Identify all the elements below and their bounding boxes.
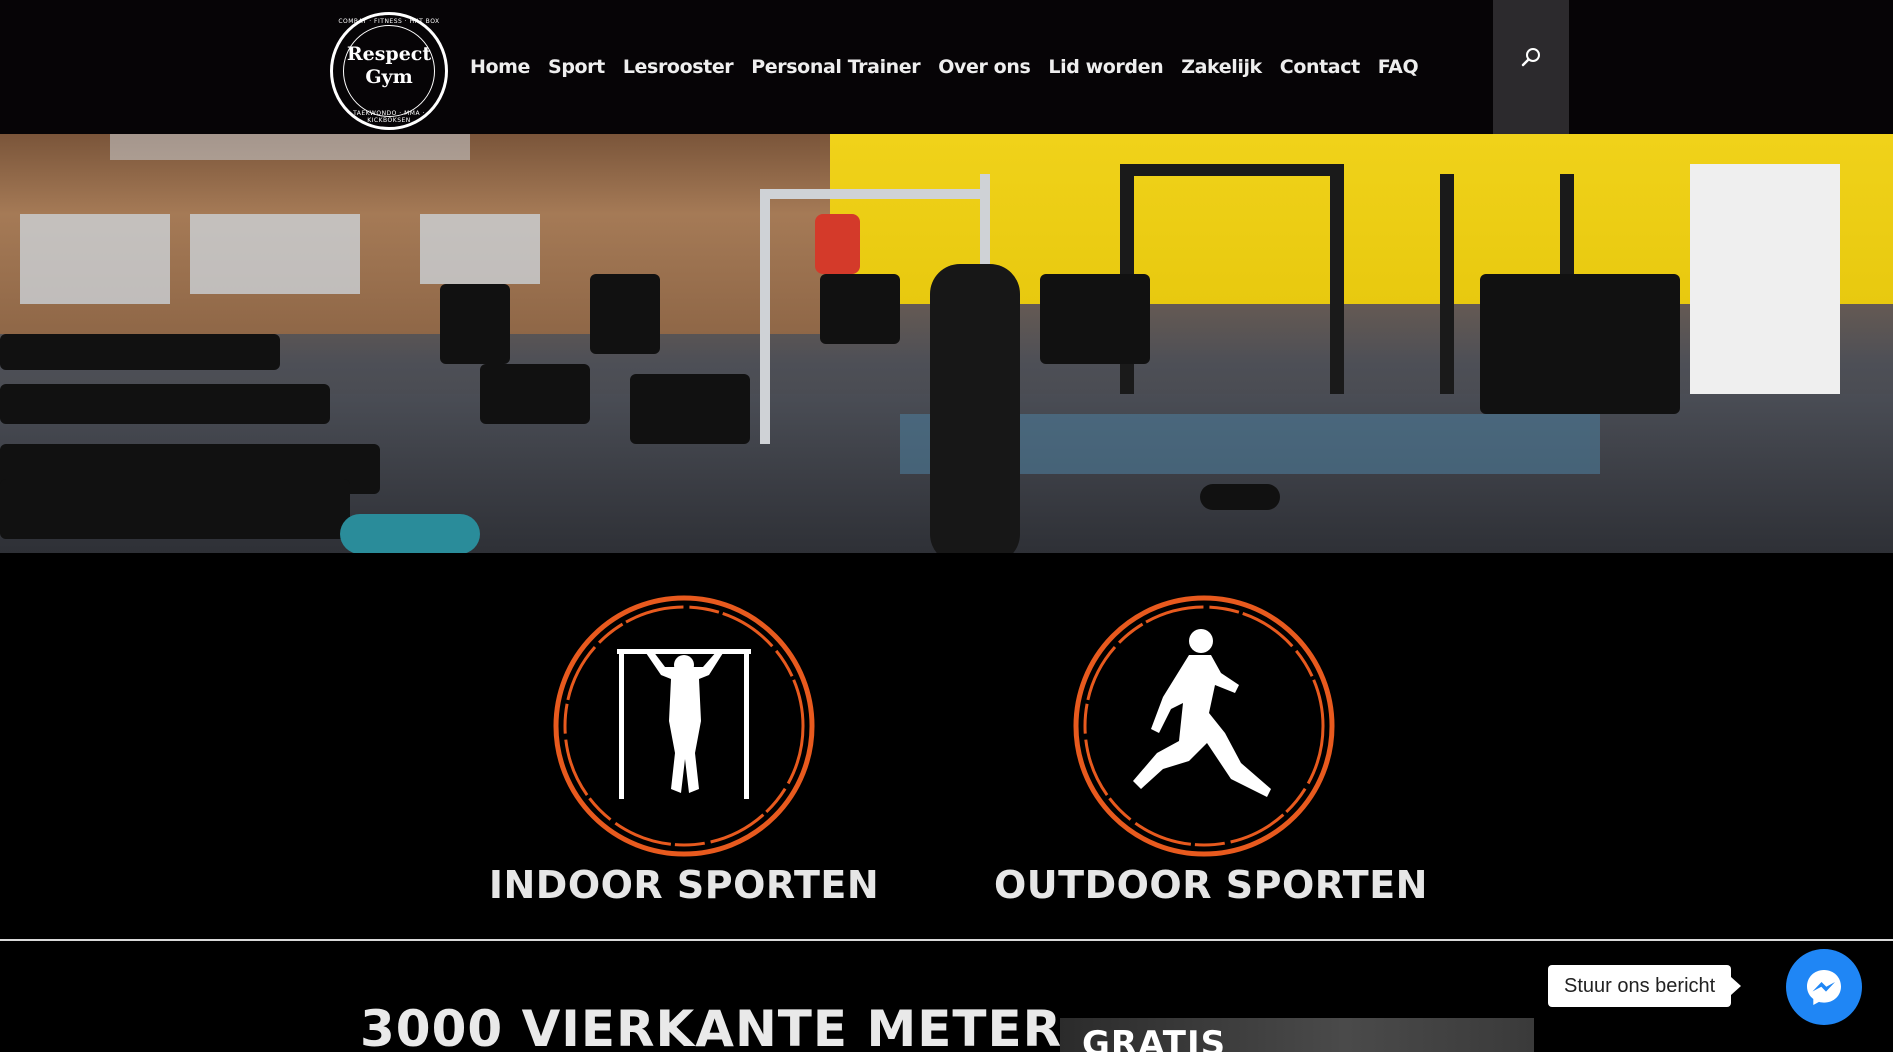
hero-teal-stool <box>340 514 480 553</box>
hero-bike <box>820 274 900 344</box>
outdoor-sport-title[interactable]: OUTDOOR SPORTEN <box>994 863 1427 907</box>
nav-item-over-ons[interactable]: Over ons <box>938 56 1031 78</box>
hero-frame <box>760 194 770 444</box>
nav-item-personal-trainer[interactable]: Personal Trainer <box>751 56 920 78</box>
hero-person <box>930 264 1020 553</box>
nav-item-home[interactable]: Home <box>470 56 530 78</box>
messenger-tooltip[interactable]: Stuur ons bericht <box>1548 965 1742 1007</box>
outdoor-sport-card[interactable]: OUTDOOR SPORTEN <box>994 593 1427 907</box>
nav-item-faq[interactable]: FAQ <box>1378 56 1419 78</box>
hero-treadmill <box>0 479 350 539</box>
nav-item-zakelijk[interactable]: Zakelijk <box>1181 56 1262 78</box>
running-man-icon <box>1071 593 1337 859</box>
hero-bike <box>590 274 660 354</box>
logo-top-text: COMBAT · FITNESS · HIIT BOX <box>338 18 440 25</box>
promo-banner[interactable]: GRATIS <box>1060 1018 1534 1052</box>
hero-banner <box>1690 164 1840 394</box>
hero-bike <box>630 374 750 444</box>
pull-up-icon <box>551 593 817 859</box>
hero-rack <box>1440 174 1454 394</box>
main-nav: Home Sport Lesrooster Personal Trainer O… <box>470 56 1419 78</box>
hero-bike <box>480 364 590 424</box>
hero-image <box>0 134 1893 553</box>
promo-text: GRATIS <box>1082 1024 1227 1052</box>
hero-window <box>190 214 360 294</box>
hero-bike <box>440 284 510 364</box>
section-divider <box>0 939 1893 941</box>
hero-rack <box>1120 164 1344 176</box>
hero-bike <box>1040 274 1150 364</box>
messenger-icon <box>1807 970 1841 1005</box>
hero-bike-seat <box>1200 484 1280 510</box>
hero-bike <box>1480 274 1680 414</box>
messenger-button[interactable] <box>1786 949 1862 1025</box>
indoor-sport-title[interactable]: INDOOR SPORTEN <box>474 863 894 907</box>
area-heading: 3000 VIERKANTE METER <box>360 1000 1063 1052</box>
hero-window <box>110 134 470 160</box>
hero-frame <box>760 189 990 199</box>
search-icon <box>1521 48 1540 67</box>
hero-treadmill <box>0 384 330 424</box>
logo-title-line2: Gym <box>365 66 413 88</box>
hero-rack <box>1330 164 1344 394</box>
logo[interactable]: COMBAT · FITNESS · HIIT BOX Respect Gym … <box>330 12 448 130</box>
logo-title-line1: Respect <box>346 43 432 65</box>
nav-item-sport[interactable]: Sport <box>548 56 605 78</box>
sports-section: INDOOR SPORTEN OUTDOOR SPORTEN <box>0 553 1893 940</box>
nav-item-contact[interactable]: Contact <box>1280 56 1360 78</box>
hero-red-shirt <box>815 214 860 274</box>
nav-item-lid-worden[interactable]: Lid worden <box>1048 56 1163 78</box>
hero-window <box>420 214 540 284</box>
indoor-sport-card[interactable]: INDOOR SPORTEN <box>474 593 894 907</box>
site-header: COMBAT · FITNESS · HIIT BOX Respect Gym … <box>0 0 1893 134</box>
search-button[interactable] <box>1493 0 1569 134</box>
hero-window <box>20 214 170 304</box>
nav-item-lesrooster[interactable]: Lesrooster <box>623 56 734 78</box>
logo-bottom-text: TAEKWONDO · MMA · KICKBOKSEN <box>353 110 425 124</box>
hero-treadmill <box>0 334 280 370</box>
